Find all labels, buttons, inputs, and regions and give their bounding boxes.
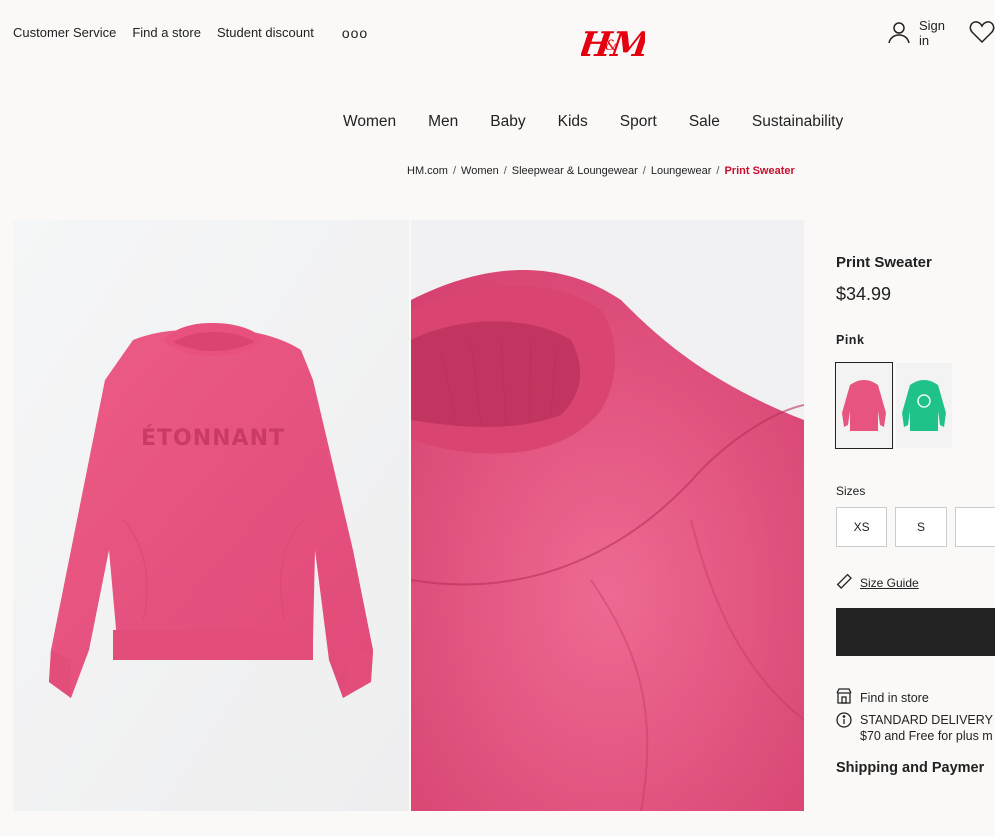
product-title: Print Sweater bbox=[836, 254, 932, 271]
sizes-label: Sizes bbox=[836, 484, 866, 498]
nav-sustainability[interactable]: Sustainability bbox=[752, 113, 843, 131]
size-options: XS S bbox=[836, 507, 995, 547]
student-discount-link[interactable]: Student discount bbox=[217, 25, 314, 41]
product-price: $34.99 bbox=[836, 284, 892, 304]
nav-baby[interactable]: Baby bbox=[490, 113, 525, 131]
breadcrumb-loungewear[interactable]: Loungewear bbox=[651, 165, 712, 177]
swatch-pink[interactable] bbox=[835, 362, 893, 449]
find-store-link[interactable]: Find a store bbox=[132, 25, 201, 41]
size-next-button[interactable] bbox=[954, 507, 995, 547]
nav-women[interactable]: Women bbox=[343, 113, 396, 131]
swatch-green[interactable] bbox=[896, 363, 952, 448]
sign-in-link[interactable]: Sign in bbox=[919, 18, 957, 48]
breadcrumb-women[interactable]: Women bbox=[461, 165, 499, 177]
brand-logo[interactable]: H & M bbox=[576, 20, 653, 65]
add-to-bag-button[interactable] bbox=[836, 608, 995, 656]
sweater-print-text: ÉTONNANT bbox=[141, 425, 285, 451]
swatch-green-image bbox=[896, 363, 952, 448]
nav-men[interactable]: Men bbox=[428, 113, 458, 131]
nav-sale[interactable]: Sale bbox=[689, 113, 720, 131]
hm-logo-mark: H & M bbox=[576, 25, 653, 65]
breadcrumb: HM.com / Women / Sleepwear & Loungewear … bbox=[407, 165, 795, 177]
breadcrumb-separator: / bbox=[716, 165, 720, 177]
breadcrumb-current: Print Sweater bbox=[724, 165, 795, 177]
breadcrumb-home[interactable]: HM.com bbox=[407, 165, 448, 177]
store-icon bbox=[836, 688, 852, 707]
size-guide-link[interactable]: Size Guide bbox=[836, 573, 995, 592]
size-guide-label: Size Guide bbox=[860, 575, 919, 590]
swatch-pink-image bbox=[836, 363, 892, 448]
user-icon[interactable] bbox=[887, 20, 911, 47]
svg-text:M: M bbox=[608, 25, 645, 64]
more-menu-button[interactable]: ooo bbox=[342, 25, 368, 41]
utility-links: Customer Service Find a store Student di… bbox=[13, 25, 368, 41]
info-icon bbox=[836, 712, 852, 744]
breadcrumb-separator: / bbox=[452, 165, 457, 177]
breadcrumb-separator: / bbox=[503, 165, 507, 177]
delivery-line-2: $70 and Free for plus m bbox=[860, 729, 993, 743]
sweater-front-illustration: ÉTONNANT bbox=[13, 220, 409, 811]
nav-sport[interactable]: Sport bbox=[620, 113, 657, 131]
size-xs-button[interactable]: XS bbox=[836, 507, 888, 547]
breadcrumb-sleepwear[interactable]: Sleepwear & Loungewear bbox=[512, 165, 638, 177]
delivery-line-1: STANDARD DELIVERY bbox=[860, 713, 993, 727]
shipping-payment-heading[interactable]: Shipping and Paymer bbox=[836, 760, 984, 776]
color-swatches bbox=[835, 362, 995, 449]
breadcrumb-separator: / bbox=[642, 165, 646, 177]
delivery-info: STANDARD DELIVERY $70 and Free for plus … bbox=[836, 712, 993, 744]
account-area: Sign in bbox=[887, 18, 995, 48]
size-s-button[interactable]: S bbox=[895, 507, 947, 547]
sweater-collar-closeup bbox=[411, 220, 804, 811]
nav-kids[interactable]: Kids bbox=[558, 113, 588, 131]
selected-color-label: Pink bbox=[836, 333, 865, 347]
find-in-store-link[interactable]: Find in store bbox=[836, 688, 929, 707]
product-details-panel: Print Sweater $34.99 Pink Sizes XS S Siz… bbox=[835, 250, 995, 592]
customer-service-link[interactable]: Customer Service bbox=[13, 25, 116, 41]
ruler-icon bbox=[836, 573, 852, 592]
main-nav: Women Men Baby Kids Sport Sale Sustainab… bbox=[343, 113, 843, 131]
product-image-detail[interactable] bbox=[411, 220, 804, 811]
product-image-main[interactable]: ÉTONNANT bbox=[13, 220, 409, 811]
heart-icon[interactable] bbox=[969, 20, 995, 47]
find-in-store-label: Find in store bbox=[860, 690, 929, 705]
